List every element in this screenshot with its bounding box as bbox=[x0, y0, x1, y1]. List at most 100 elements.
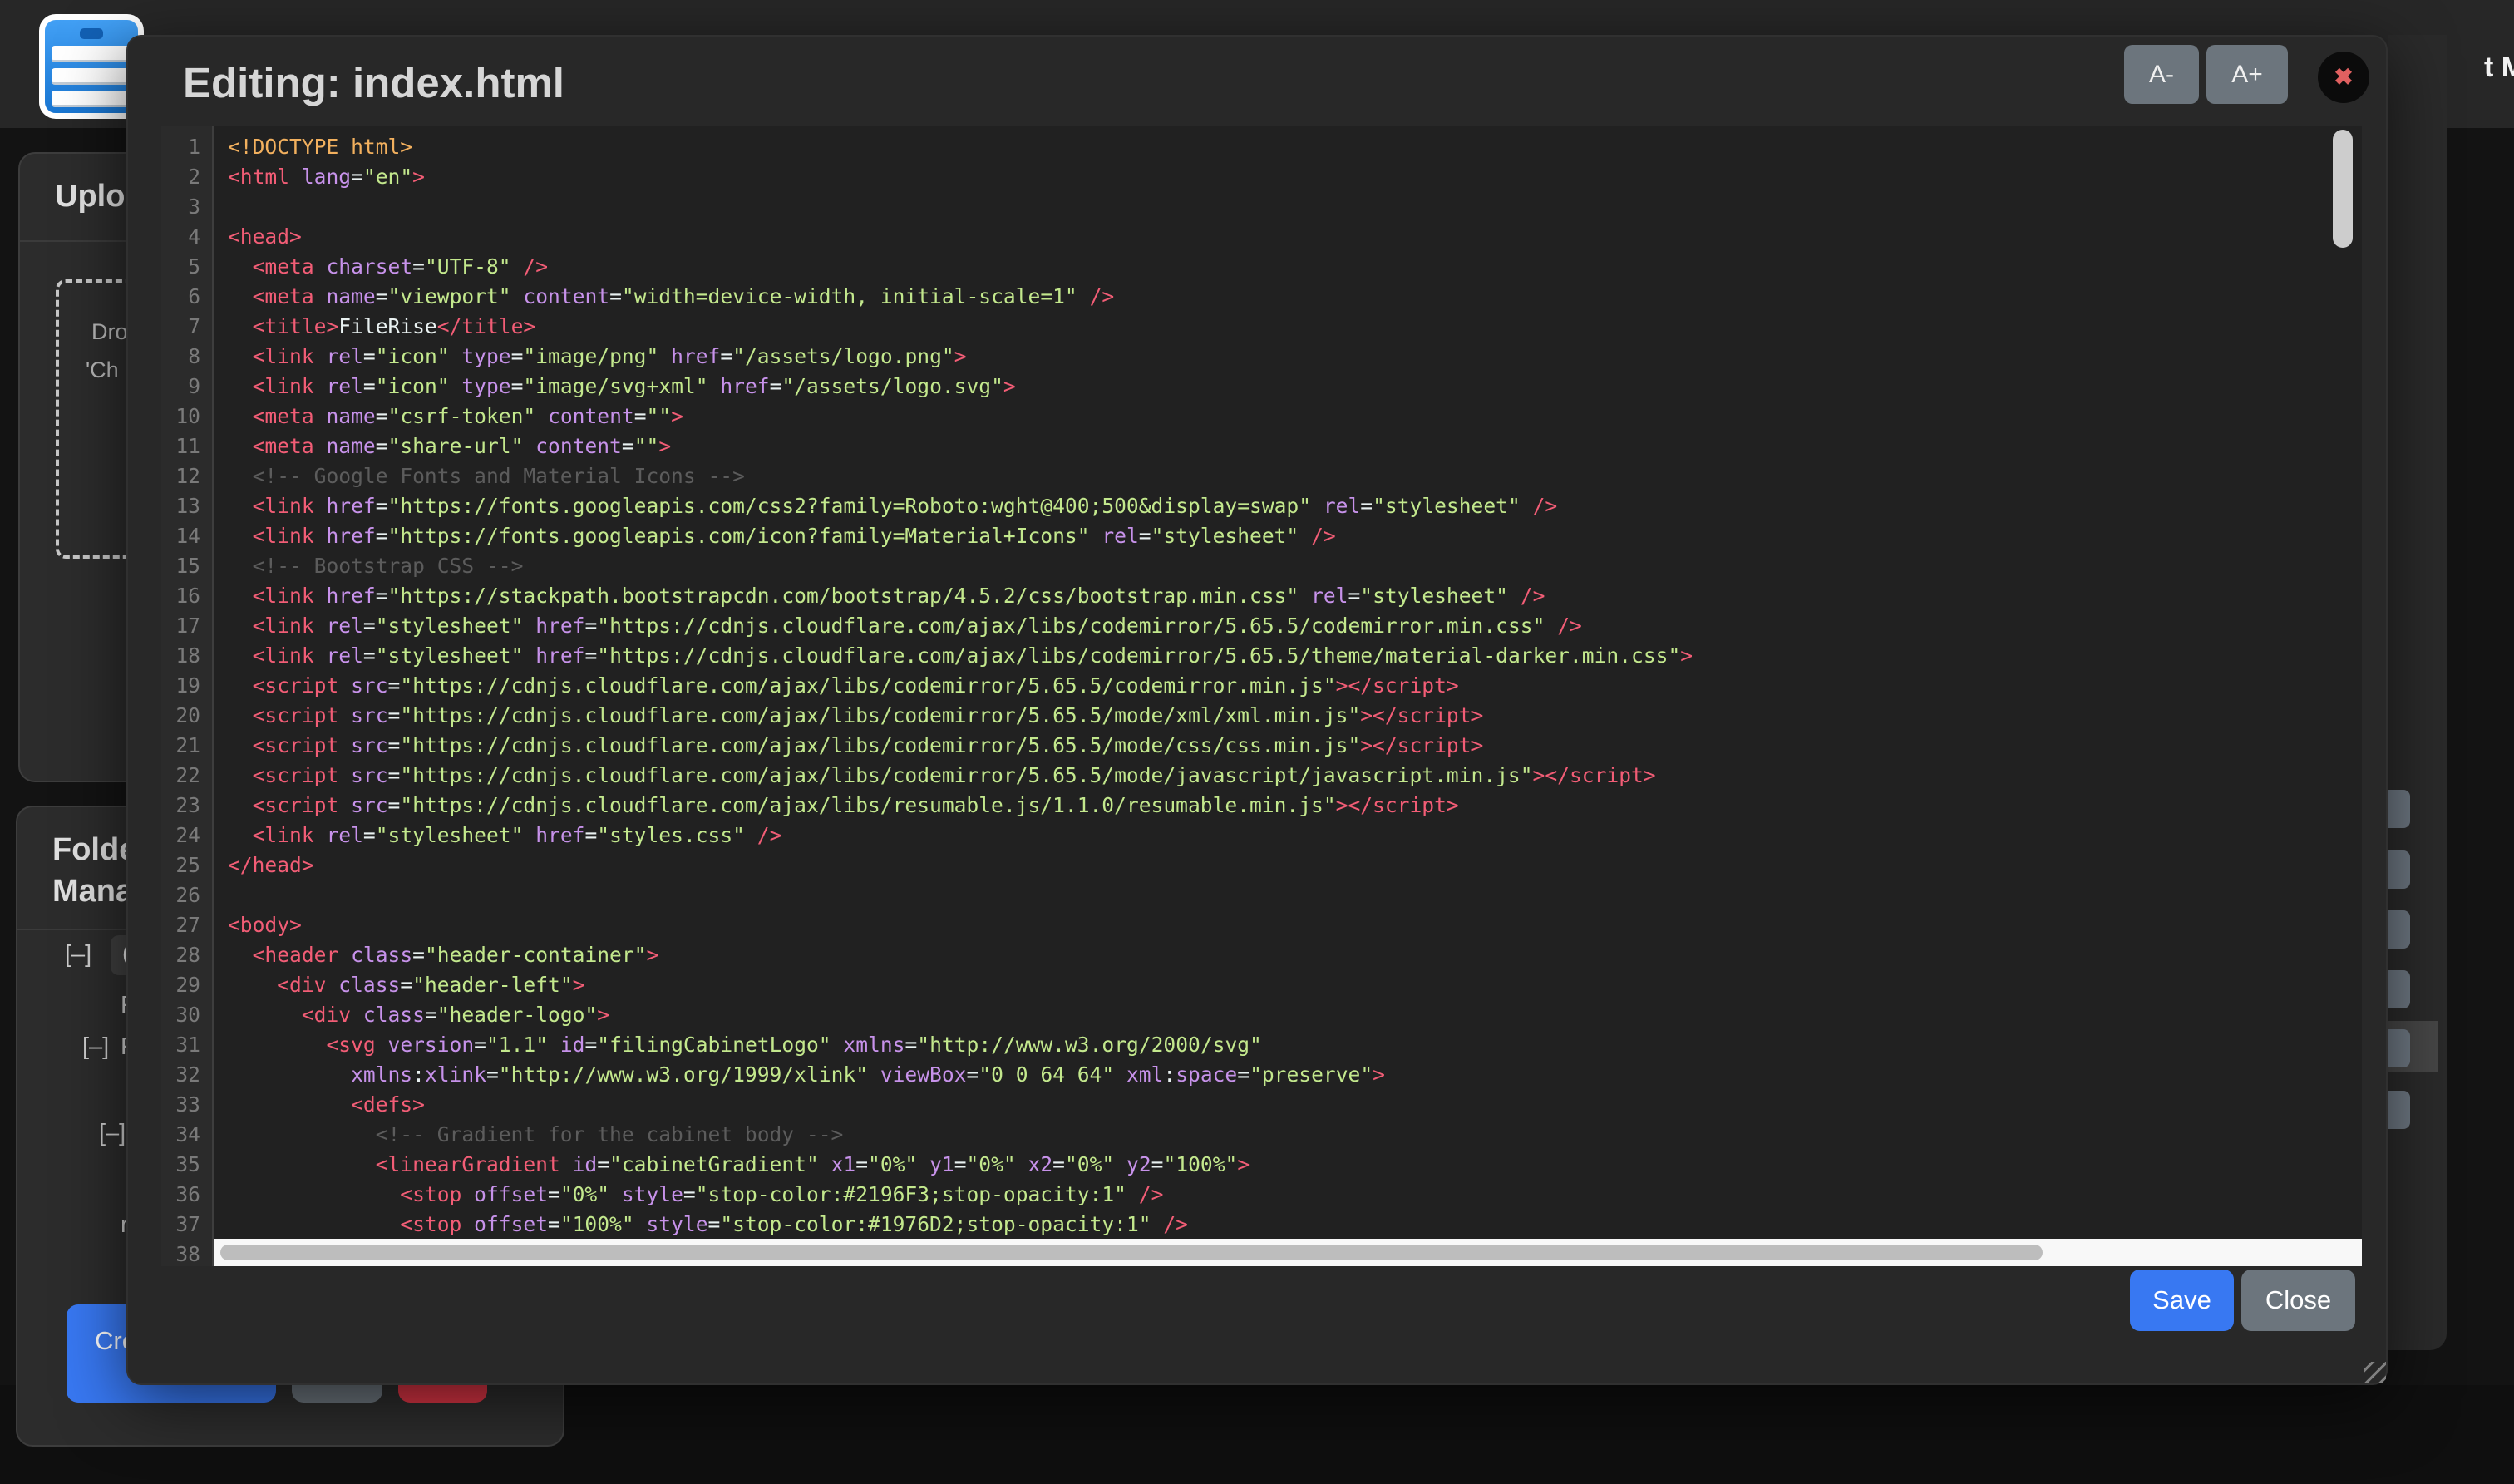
save-button[interactable]: Save bbox=[2130, 1270, 2234, 1331]
line-number: 8 bbox=[161, 342, 212, 372]
line-number: 32 bbox=[161, 1060, 212, 1090]
mode-toggle-button[interactable]: t Mode bbox=[2484, 52, 2514, 84]
line-number: 23 bbox=[161, 791, 212, 821]
action-button[interactable] bbox=[2388, 910, 2410, 949]
line-number: 38 bbox=[161, 1240, 212, 1266]
font-decrease-button[interactable]: A- bbox=[2124, 45, 2199, 104]
tree-toggle[interactable]: [–] bbox=[65, 941, 91, 969]
line-number: 18 bbox=[161, 641, 212, 671]
background-panel bbox=[2388, 35, 2447, 1350]
resize-handle[interactable] bbox=[2364, 1362, 2386, 1383]
code-area[interactable]: <!DOCTYPE html><html lang="en"> <head> <m… bbox=[214, 126, 2362, 1266]
cabinet-drawer-icon bbox=[52, 68, 131, 85]
line-number: 24 bbox=[161, 821, 212, 850]
code-line: <script src="https://cdnjs.cloudflare.co… bbox=[228, 701, 2362, 731]
code-line: <!DOCTYPE html> bbox=[228, 132, 2362, 162]
line-number: 2 bbox=[161, 162, 212, 192]
action-button[interactable] bbox=[2388, 850, 2410, 889]
line-number: 7 bbox=[161, 312, 212, 342]
cabinet-drawer-icon bbox=[52, 46, 131, 62]
line-number: 12 bbox=[161, 461, 212, 491]
line-number: 31 bbox=[161, 1030, 212, 1060]
line-number: 10 bbox=[161, 402, 212, 431]
editor-gutter: 1234567891011121314151617181920212223242… bbox=[161, 126, 214, 1266]
line-number: 16 bbox=[161, 581, 212, 611]
line-number: 35 bbox=[161, 1150, 212, 1180]
tree-toggle[interactable]: [–] bbox=[99, 1120, 126, 1147]
line-number: 9 bbox=[161, 372, 212, 402]
folder-card-title: Folde Mana bbox=[52, 829, 136, 912]
line-number: 4 bbox=[161, 222, 212, 252]
close-button[interactable]: Close bbox=[2241, 1270, 2355, 1331]
line-number: 34 bbox=[161, 1120, 212, 1150]
code-line: </head> bbox=[228, 850, 2362, 880]
code-line: <div class="header-logo"> bbox=[228, 1000, 2362, 1030]
code-line: <!-- Gradient for the cabinet body --> bbox=[228, 1120, 2362, 1150]
editor-modal: Editing: index.html A- A+ ✖ 123456789101… bbox=[126, 35, 2388, 1385]
code-line: <link rel="stylesheet" href="styles.css"… bbox=[228, 821, 2362, 850]
line-number: 15 bbox=[161, 551, 212, 581]
code-line: <meta charset="UTF-8" /> bbox=[228, 252, 2362, 282]
code-line bbox=[228, 192, 2362, 222]
tree-toggle[interactable]: [–] bbox=[82, 1033, 109, 1061]
code-line: <svg version="1.1" id="filingCabinetLogo… bbox=[228, 1030, 2362, 1060]
code-line: <title>FileRise</title> bbox=[228, 312, 2362, 342]
code-line: <defs> bbox=[228, 1090, 2362, 1120]
line-number: 27 bbox=[161, 910, 212, 940]
code-line: <link href="https://stackpath.bootstrapc… bbox=[228, 581, 2362, 611]
modal-title: Editing: index.html bbox=[183, 58, 564, 107]
code-line: <!-- Bootstrap CSS --> bbox=[228, 551, 2362, 581]
action-button[interactable] bbox=[2388, 1029, 2410, 1067]
horizontal-scrollbar-thumb[interactable] bbox=[220, 1245, 2043, 1260]
code-line: <link rel="stylesheet" href="https://cdn… bbox=[228, 611, 2362, 641]
line-number: 5 bbox=[161, 252, 212, 282]
action-button[interactable] bbox=[2388, 790, 2410, 828]
line-number: 3 bbox=[161, 192, 212, 222]
code-line: <link rel="icon" type="image/svg+xml" hr… bbox=[228, 372, 2362, 402]
dropzone-text: Dro bbox=[91, 319, 128, 345]
code-line: <head> bbox=[228, 222, 2362, 252]
code-line: <script src="https://cdnjs.cloudflare.co… bbox=[228, 791, 2362, 821]
code-line bbox=[228, 880, 2362, 910]
code-line: <meta name="viewport" content="width=dev… bbox=[228, 282, 2362, 312]
line-number: 26 bbox=[161, 880, 212, 910]
line-number: 21 bbox=[161, 731, 212, 761]
line-number: 36 bbox=[161, 1180, 212, 1210]
line-number: 20 bbox=[161, 701, 212, 731]
code-line: <link href="https://fonts.googleapis.com… bbox=[228, 521, 2362, 551]
code-line: <script src="https://cdnjs.cloudflare.co… bbox=[228, 671, 2362, 701]
line-number: 11 bbox=[161, 431, 212, 461]
font-increase-button[interactable]: A+ bbox=[2206, 45, 2288, 104]
line-number: 1 bbox=[161, 132, 212, 162]
line-number: 19 bbox=[161, 671, 212, 701]
code-line: <div class="header-left"> bbox=[228, 970, 2362, 1000]
line-number: 28 bbox=[161, 940, 212, 970]
action-button[interactable] bbox=[2388, 1091, 2410, 1129]
code-line: <html lang="en"> bbox=[228, 162, 2362, 192]
action-button[interactable] bbox=[2388, 970, 2410, 1008]
code-line: <script src="https://cdnjs.cloudflare.co… bbox=[228, 761, 2362, 791]
code-line: <header class="header-container"> bbox=[228, 940, 2362, 970]
code-line: <!-- Google Fonts and Material Icons --> bbox=[228, 461, 2362, 491]
horizontal-scrollbar[interactable] bbox=[214, 1239, 2362, 1266]
code-line: <stop offset="100%" style="stop-color:#1… bbox=[228, 1210, 2362, 1240]
line-number: 37 bbox=[161, 1210, 212, 1240]
code-line: <linearGradient id="cabinetGradient" x1=… bbox=[228, 1150, 2362, 1180]
code-editor[interactable]: 1234567891011121314151617181920212223242… bbox=[161, 126, 2362, 1266]
line-number: 33 bbox=[161, 1090, 212, 1120]
dropzone-text: 'Ch bbox=[86, 357, 119, 383]
line-number: 25 bbox=[161, 850, 212, 880]
code-line: <body> bbox=[228, 910, 2362, 940]
line-number: 30 bbox=[161, 1000, 212, 1030]
code-line: <link href="https://fonts.googleapis.com… bbox=[228, 491, 2362, 521]
modal-close-icon-button[interactable]: ✖ bbox=[2318, 52, 2369, 103]
code-line: <script src="https://cdnjs.cloudflare.co… bbox=[228, 731, 2362, 761]
line-number: 29 bbox=[161, 970, 212, 1000]
line-number: 22 bbox=[161, 761, 212, 791]
line-number: 17 bbox=[161, 611, 212, 641]
upload-card-title: Uplo bbox=[55, 175, 125, 217]
vertical-scrollbar-thumb[interactable] bbox=[2333, 130, 2353, 248]
code-line: <meta name="csrf-token" content=""> bbox=[228, 402, 2362, 431]
code-line: xmlns:xlink="http://www.w3.org/1999/xlin… bbox=[228, 1060, 2362, 1090]
cabinet-drawer-icon bbox=[52, 91, 131, 107]
